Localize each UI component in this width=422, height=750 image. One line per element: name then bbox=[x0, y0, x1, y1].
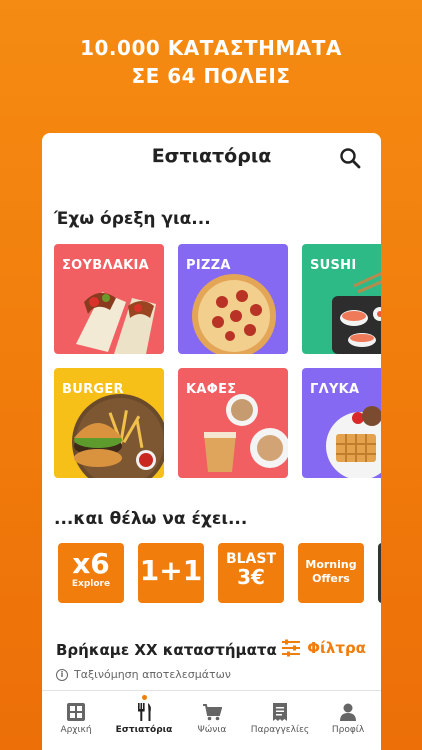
offer-big-text: 1+1 bbox=[139, 554, 203, 587]
tab-shopping[interactable]: Ψώνια bbox=[178, 691, 246, 750]
tab-label: Ψώνια bbox=[197, 725, 227, 735]
tab-label: Εστιατόρια bbox=[115, 725, 173, 735]
filters-button[interactable]: Φίλτρα bbox=[281, 639, 366, 657]
category-kafes[interactable]: ΚΑΦΕΣ bbox=[178, 368, 288, 478]
top-bar: Εστιατόρια bbox=[42, 133, 381, 183]
cart-icon bbox=[203, 704, 222, 721]
page-title: Εστιατόρια bbox=[151, 145, 272, 167]
tab-orders[interactable]: Παραγγελίες bbox=[246, 691, 314, 750]
category-label: ΓΛΥΚΑ bbox=[310, 382, 360, 397]
results-count: Βρήκαμε XX καταστήματα bbox=[56, 641, 277, 659]
category-label: BURGER bbox=[62, 382, 124, 397]
offer-line-1: Morning bbox=[305, 558, 357, 571]
category-label: SUSHI bbox=[310, 258, 357, 273]
active-indicator bbox=[142, 695, 147, 700]
info-icon: i bbox=[56, 668, 68, 681]
category-souvlakia[interactable]: ΣΟΥΒΛΑΚΙΑ bbox=[54, 244, 164, 354]
category-label: PIZZA bbox=[186, 258, 231, 273]
offer-more[interactable] bbox=[378, 543, 381, 603]
offer-line-2: Offers bbox=[312, 572, 350, 585]
sort-results[interactable]: i Ταξινόμηση αποτελεσμάτων bbox=[56, 668, 231, 681]
offer-small-text: Explore bbox=[71, 579, 111, 589]
search-icon[interactable] bbox=[339, 147, 361, 169]
app-screen: Εστιατόρια Έχω όρεξη για... ΣΟΥΒΛΑΚΙΑ PI… bbox=[42, 133, 381, 750]
user-icon bbox=[340, 703, 356, 721]
tab-restaurants[interactable]: Εστιατόρια bbox=[110, 691, 178, 750]
category-glyka[interactable]: ΓΛΥΚΑ bbox=[302, 368, 381, 478]
hero-line-2: ΣΕ 64 ΠΟΛΕΙΣ bbox=[131, 64, 291, 88]
category-burger[interactable]: BURGER bbox=[54, 368, 164, 478]
cutlery-icon bbox=[138, 703, 151, 721]
category-label: ΣΟΥΒΛΑΚΙΑ bbox=[62, 258, 150, 273]
tab-label: Παραγγελίες bbox=[250, 725, 310, 735]
offer-blast[interactable]: BLAST 3€ bbox=[218, 543, 284, 603]
tab-profile[interactable]: Προφίλ bbox=[314, 691, 381, 750]
tab-home[interactable]: Αρχική bbox=[42, 691, 110, 750]
receipt-icon bbox=[273, 703, 287, 721]
offer-x6-explore[interactable]: x6 Explore bbox=[58, 543, 124, 603]
category-label: ΚΑΦΕΣ bbox=[186, 382, 237, 397]
box-logo-icon bbox=[67, 703, 85, 721]
category-pizza[interactable]: PIZZA bbox=[178, 244, 288, 354]
tab-label: Αρχική bbox=[60, 725, 92, 735]
category-sushi[interactable]: SUSHI bbox=[302, 244, 381, 354]
offer-1plus1[interactable]: 1+1 bbox=[138, 543, 204, 603]
hero-banner: 10.000 ΚΑΤΑΣΤΗΜΑΤΑ ΣΕ 64 ΠΟΛΕΙΣ bbox=[0, 34, 422, 90]
category-row-2: BURGER ΚΑΦΕΣ ΓΛΥΚΑ bbox=[54, 368, 381, 480]
offers-row: x6 Explore 1+1 BLAST 3€ Morning Offers bbox=[58, 543, 381, 605]
offer-price: 3€ bbox=[237, 565, 265, 589]
tab-bar: Αρχική Εστιατόρια Ψώνια Παραγγελίες Προφ… bbox=[42, 690, 381, 750]
offer-big-text: x6 bbox=[72, 547, 110, 580]
sort-label: Ταξινόμηση αποτελεσμάτων bbox=[74, 668, 231, 681]
sliders-icon bbox=[282, 639, 301, 657]
offers-title: ...και θέλω να έχει... bbox=[54, 509, 248, 529]
hero-line-1: 10.000 ΚΑΤΑΣΤΗΜΑΤΑ bbox=[80, 36, 342, 60]
offer-morning[interactable]: Morning Offers bbox=[298, 543, 364, 603]
tab-label: Προφίλ bbox=[331, 725, 365, 735]
categories-title: Έχω όρεξη για... bbox=[54, 209, 211, 229]
category-row-1: ΣΟΥΒΛΑΚΙΑ PIZZA SUSHI bbox=[54, 244, 381, 356]
filters-label: Φίλτρα bbox=[307, 639, 366, 657]
